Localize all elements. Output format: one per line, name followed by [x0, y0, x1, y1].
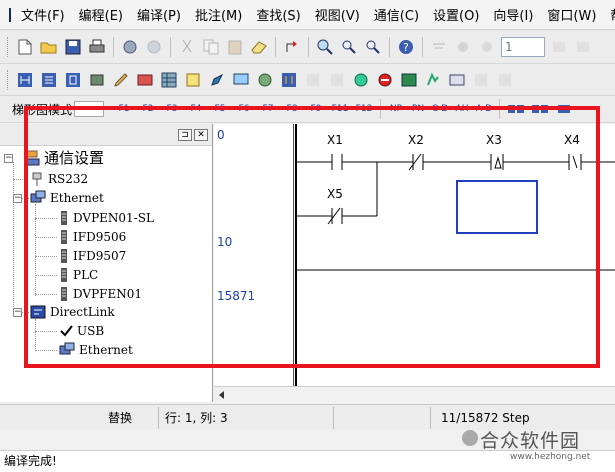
ladder-mode-icon[interactable] [15, 70, 35, 90]
menu-wizard[interactable]: 向导(I) [486, 5, 540, 24]
upload-icon[interactable] [303, 70, 323, 90]
svg-text:?: ? [403, 41, 409, 54]
memo-icon[interactable] [183, 70, 203, 90]
cursor-position-status: 行: 1, 列: 3 [165, 411, 228, 425]
highlight-frame [24, 106, 600, 368]
transfer-icon[interactable] [399, 70, 419, 90]
menu-view[interactable]: 视图(V) [308, 5, 367, 24]
ladder-icon-2[interactable] [279, 70, 299, 90]
jump-icon[interactable] [282, 37, 302, 57]
menu-help[interactable]: 帮助 [603, 5, 615, 24]
redo-icon[interactable] [144, 37, 164, 57]
cut-icon[interactable] [177, 37, 197, 57]
stop-run-icon[interactable] [375, 70, 395, 90]
horizontal-scrollbar[interactable] [214, 386, 615, 402]
standard-toolbar: ? 1 [0, 30, 615, 64]
sfc-mode-icon[interactable] [63, 70, 83, 90]
tree-expander-root[interactable]: − [4, 154, 13, 163]
watermark-logo-icon [462, 430, 478, 446]
edit-mode-status: 替换 [108, 411, 133, 425]
open-folder-icon[interactable] [39, 37, 59, 57]
output-message: 编译完成! [4, 454, 57, 468]
edit-pen-icon[interactable] [111, 70, 131, 90]
app-icon[interactable] [9, 7, 23, 22]
monitor-icon[interactable] [429, 37, 449, 57]
watermark-title: 合众软件园 [480, 430, 581, 452]
connect-icon[interactable] [255, 70, 275, 90]
copy-icon[interactable] [201, 37, 221, 57]
stop-icon[interactable] [477, 37, 497, 57]
run-icon[interactable] [453, 37, 473, 57]
zoom-out-icon[interactable] [363, 37, 383, 57]
menu-comment[interactable]: 批注(M) [188, 5, 249, 24]
menu-bar: 文件(F) 编程(E) 编译(P) 批注(M) 查找(S) 视图(V) 通信(C… [0, 0, 615, 30]
online-icon[interactable] [351, 70, 371, 90]
print-icon[interactable] [87, 37, 107, 57]
menu-communication[interactable]: 通信(C) [367, 5, 426, 24]
tool-b-icon[interactable] [573, 37, 593, 57]
tool-a-icon[interactable] [549, 37, 569, 57]
table-icon[interactable] [159, 70, 179, 90]
undo-icon[interactable] [120, 37, 140, 57]
signal-icon[interactable] [423, 70, 443, 90]
toolbar-grip[interactable] [7, 36, 10, 57]
scroll-left-icon[interactable] [216, 389, 228, 401]
toolbar-grip[interactable] [7, 69, 10, 90]
tool-c-icon[interactable] [471, 70, 491, 90]
find-icon[interactable] [315, 37, 335, 57]
menu-edit[interactable]: 编程(E) [72, 5, 130, 24]
instruction-mode-icon[interactable] [39, 70, 59, 90]
menu-compile[interactable]: 编译(P) [130, 5, 188, 24]
spin-input[interactable]: 1 [501, 36, 545, 57]
tree-expander-ethernet[interactable]: − [13, 194, 22, 203]
edit-toolbar [0, 64, 615, 96]
menu-search[interactable]: 查找(S) [249, 5, 307, 24]
menu-settings[interactable]: 设置(O) [426, 5, 486, 24]
download-icon[interactable] [327, 70, 347, 90]
save-icon[interactable] [63, 37, 83, 57]
register-icon[interactable] [135, 70, 155, 90]
write-icon[interactable] [207, 70, 227, 90]
paste-icon[interactable] [225, 37, 245, 57]
menu-window[interactable]: 窗口(W) [540, 5, 603, 24]
new-file-icon[interactable] [15, 37, 35, 57]
watermark-url: www.hezhong.net [510, 452, 591, 462]
watermark: 合众软件园 www.hezhong.net [460, 420, 615, 470]
code-icon[interactable] [447, 70, 467, 90]
device-icon[interactable] [87, 70, 107, 90]
tool-d-icon[interactable] [495, 70, 515, 90]
eraser-icon[interactable] [249, 37, 269, 57]
tree-expander-directlink[interactable]: − [13, 308, 22, 317]
monitor-screen-icon[interactable] [231, 70, 251, 90]
help-icon[interactable]: ? [396, 37, 416, 57]
zoom-in-icon[interactable] [339, 37, 359, 57]
